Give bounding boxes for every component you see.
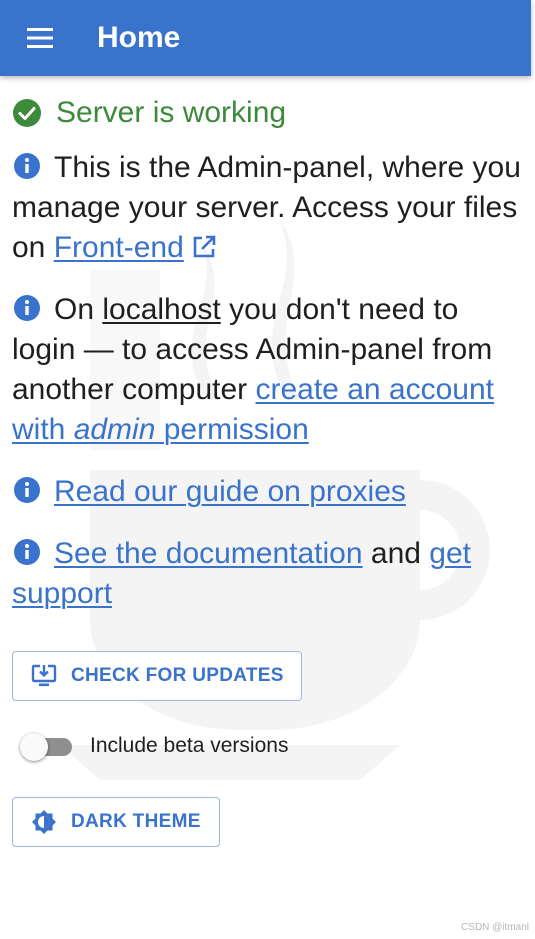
proxies-info: Read our guide on proxies [12, 472, 524, 512]
info-icon [14, 539, 40, 565]
beta-versions-label: Include beta versions [90, 734, 289, 757]
brightness-icon [32, 810, 56, 834]
app-bar: Home [0, 0, 531, 76]
documentation-link[interactable]: See the documentation [54, 537, 363, 570]
check-circle-icon [13, 99, 41, 127]
dark-theme-label: DARK THEME [71, 811, 201, 832]
download-monitor-icon [31, 664, 57, 687]
external-link-icon[interactable] [190, 233, 218, 261]
info-icon [14, 477, 40, 503]
check-for-updates-label: CHECK FOR UPDATES [71, 665, 284, 686]
info-icon [14, 295, 40, 321]
page: Home Server is working This is the Admin… [0, 0, 535, 939]
front-end-link[interactable]: Front-end [54, 231, 184, 264]
admin-panel-info: This is the Admin-panel, where you manag… [12, 148, 524, 268]
login-text-on: On [54, 293, 103, 326]
toggle-knob [20, 733, 48, 761]
documentation-and-text: and [362, 537, 430, 570]
menu-button[interactable] [23, 21, 57, 55]
login-info: On localhost you don't need to login — t… [12, 290, 524, 450]
check-for-updates-button[interactable]: CHECK FOR UPDATES [12, 651, 302, 701]
status-text: Server is working [56, 96, 287, 129]
main-content: Server is working This is the Admin-pane… [12, 96, 524, 636]
beta-versions-row: Include beta versions [20, 730, 288, 762]
proxies-guide-link[interactable]: Read our guide on proxies [54, 475, 406, 508]
beta-versions-toggle[interactable] [20, 730, 74, 762]
info-icon [14, 153, 40, 179]
front-end-link-label: Front-end [53, 231, 184, 264]
hamburger-menu-icon [27, 28, 53, 48]
page-title: Home [97, 21, 181, 54]
documentation-info: See the documentation and get support [12, 534, 524, 614]
credit-text: CSDN @itmanl [461, 922, 529, 933]
create-account-link-part2: permission [155, 413, 309, 446]
server-status: Server is working [12, 96, 524, 130]
dark-theme-button[interactable]: DARK THEME [12, 797, 220, 847]
create-account-link-italic: admin [73, 413, 156, 446]
localhost-term: localhost [102, 293, 221, 326]
